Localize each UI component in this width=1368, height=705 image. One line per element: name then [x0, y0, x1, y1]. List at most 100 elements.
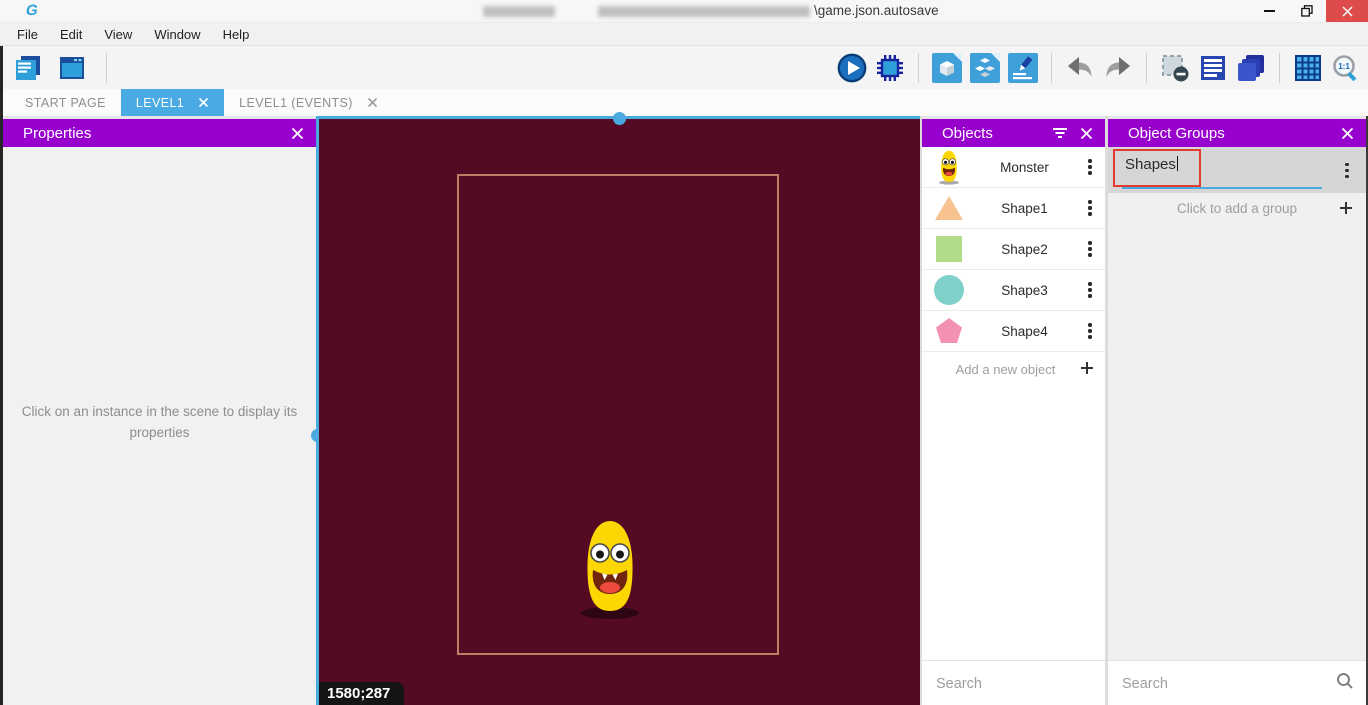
gdevelop-window: G \game.json.autosave File Edit View Win… — [0, 0, 1368, 705]
properties-panel: Properties Click on an instance in the s… — [3, 119, 316, 705]
object-row-shape4[interactable]: Shape4 — [922, 311, 1105, 352]
splitter-handle[interactable] — [613, 112, 626, 125]
undo-button[interactable] — [1064, 52, 1096, 84]
object-row-monster[interactable]: Monster — [922, 147, 1105, 188]
tab-start-page[interactable]: START PAGE — [10, 89, 121, 116]
menu-file[interactable]: File — [6, 27, 49, 42]
restore-button[interactable] — [1288, 0, 1326, 22]
tab-level1[interactable]: LEVEL1 — [121, 89, 224, 116]
object-row-shape1[interactable]: Shape1 — [922, 188, 1105, 229]
tab-label: LEVEL1 (EVENTS) — [239, 96, 353, 110]
toolbar: 1:1 — [0, 46, 1368, 89]
grid-icon — [1293, 53, 1323, 83]
scene-properties-button[interactable] — [1007, 52, 1039, 84]
tab-level1-events[interactable]: LEVEL1 (EVENTS) — [224, 89, 393, 116]
objects-panel-header: Objects — [922, 119, 1105, 147]
object-label: Shape3 — [966, 283, 1083, 298]
close-panel-icon[interactable] — [1080, 127, 1093, 140]
object-label: Shape2 — [966, 242, 1083, 257]
tab-label: LEVEL1 — [136, 96, 184, 110]
toolbar-divider — [106, 53, 107, 83]
add-object-label: Add a new object — [932, 362, 1079, 377]
objects-search-row — [922, 660, 1105, 705]
scene-objects-editor-button[interactable] — [931, 52, 963, 84]
monster-thumbnail-icon — [932, 150, 966, 184]
grid-button[interactable] — [1292, 52, 1324, 84]
close-button[interactable] — [1326, 0, 1368, 22]
deselect-instances-button[interactable] — [1159, 52, 1191, 84]
menu-edit[interactable]: Edit — [49, 27, 93, 42]
object-groups-editor-button[interactable] — [969, 52, 1001, 84]
annotation-highlight-box — [1113, 149, 1201, 187]
canvas-top-splitter[interactable] — [319, 116, 920, 119]
deselect-icon — [1160, 53, 1190, 83]
minimize-button[interactable] — [1250, 0, 1288, 22]
gdevelop-logo-icon: G — [25, 2, 40, 19]
window-icon — [57, 53, 87, 83]
object-menu-icon[interactable] — [1083, 241, 1097, 256]
window-controls — [1250, 0, 1368, 22]
group-menu-icon[interactable] — [1340, 163, 1354, 178]
debugger-button[interactable] — [874, 52, 906, 84]
object-label: Shape1 — [966, 201, 1083, 216]
menu-window[interactable]: Window — [143, 27, 211, 42]
square-thumbnail-icon — [932, 232, 966, 266]
menu-view[interactable]: View — [93, 27, 143, 42]
add-object-button[interactable]: Add a new object — [922, 352, 1105, 386]
menu-help[interactable]: Help — [212, 27, 261, 42]
window-title: \game.json.autosave — [814, 3, 939, 18]
svg-text:1:1: 1:1 — [1338, 62, 1350, 71]
toolbar-left — [3, 52, 113, 84]
zoom-original-button[interactable]: 1:1 — [1330, 52, 1362, 84]
object-menu-icon[interactable] — [1083, 323, 1097, 338]
close-panel-icon[interactable] — [291, 127, 304, 140]
titlebar: G \game.json.autosave — [0, 0, 1368, 23]
object-menu-icon[interactable] — [1083, 282, 1097, 297]
layers-button[interactable] — [1235, 52, 1267, 84]
group-edit-row[interactable]: Shapes — [1108, 147, 1366, 193]
object-cube-icon — [932, 53, 962, 83]
toolbar-divider — [1279, 53, 1280, 83]
toolbar-divider — [1051, 53, 1052, 83]
monster-instance[interactable] — [577, 516, 643, 625]
instances-list-button[interactable] — [1197, 52, 1229, 84]
project-manager-button[interactable] — [12, 52, 44, 84]
pentagon-thumbnail-icon — [932, 314, 966, 348]
object-menu-icon[interactable] — [1083, 159, 1097, 174]
object-groups-panel-header: Object Groups — [1108, 119, 1366, 147]
project-manager-icon — [13, 53, 43, 83]
tab-close-icon[interactable] — [198, 97, 209, 108]
circle-thumbnail-icon — [932, 273, 966, 307]
scene-canvas[interactable]: 1580;287 — [319, 116, 920, 705]
add-group-label: Click to add a group — [1120, 201, 1354, 216]
objects-search-input[interactable] — [934, 675, 1125, 693]
properties-empty-message: Click on an instance in the scene to dis… — [10, 402, 310, 444]
toolbar-divider — [918, 53, 919, 83]
object-menu-icon[interactable] — [1083, 200, 1097, 215]
start-page-button[interactable] — [56, 52, 88, 84]
close-panel-icon[interactable] — [1341, 127, 1354, 140]
minimize-icon — [1264, 10, 1275, 12]
debug-chip-icon — [875, 53, 905, 83]
close-icon — [1342, 6, 1353, 17]
redacted-title-segment — [598, 6, 810, 17]
object-row-shape2[interactable]: Shape2 — [922, 229, 1105, 270]
redacted-title-segment — [483, 6, 555, 17]
preview-play-button[interactable] — [836, 52, 868, 84]
properties-panel-header: Properties — [3, 119, 316, 147]
properties-panel-title: Properties — [23, 125, 91, 142]
add-group-button[interactable]: Click to add a group — [1108, 193, 1366, 223]
object-group-cubes-icon — [970, 53, 1000, 83]
object-label: Shape4 — [966, 324, 1083, 339]
groups-search-input[interactable] — [1120, 675, 1336, 693]
zoom-1-1-icon: 1:1 — [1331, 53, 1361, 83]
menu-bar: File Edit View Window Help — [0, 23, 1368, 46]
object-groups-panel-title: Object Groups — [1128, 125, 1225, 142]
tab-bar: START PAGE LEVEL1 LEVEL1 (EVENTS) — [0, 89, 1368, 116]
tab-close-icon[interactable] — [367, 97, 378, 108]
plus-icon — [1338, 200, 1354, 219]
object-row-shape3[interactable]: Shape3 — [922, 270, 1105, 311]
redo-button[interactable] — [1102, 52, 1134, 84]
filter-icon[interactable] — [1052, 127, 1068, 139]
edit-pencil-icon — [1008, 53, 1038, 83]
